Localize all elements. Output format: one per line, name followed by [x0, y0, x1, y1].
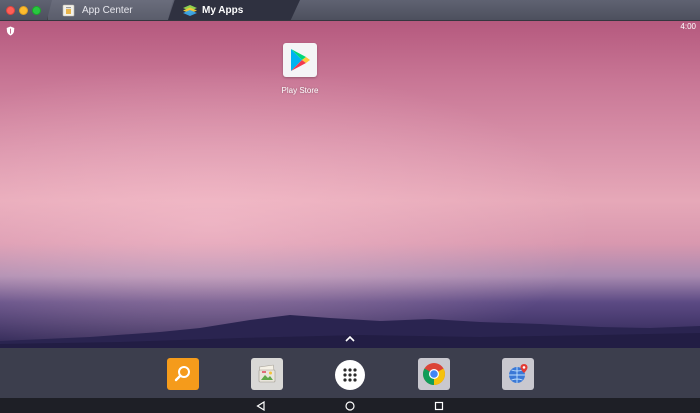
- play-store-shortcut[interactable]: Play Store: [278, 43, 322, 95]
- wallpaper: [0, 21, 700, 348]
- window-maximize-button[interactable]: [32, 6, 41, 15]
- app-drawer-icon: [343, 368, 357, 382]
- status-bar: 4:00: [0, 21, 700, 36]
- home-icon[interactable]: [345, 401, 355, 411]
- android-home-screen: 4:00 Play Store: [0, 21, 700, 348]
- play-store-label: Play Store: [281, 86, 319, 95]
- recents-icon[interactable]: [434, 401, 444, 411]
- search-app-button[interactable]: [167, 358, 199, 390]
- chrome-icon: [423, 363, 445, 385]
- bluestacks-icon: [182, 4, 197, 17]
- tab-label: My Apps: [202, 4, 244, 16]
- android-nav-bar: [0, 398, 700, 413]
- shield-icon: [6, 23, 15, 36]
- tab-my-apps[interactable]: My Apps: [168, 0, 300, 20]
- maps-app-button[interactable]: [502, 358, 534, 390]
- back-icon[interactable]: [256, 401, 266, 411]
- chrome-app-button[interactable]: [418, 358, 450, 390]
- window-titlebar: App Center My Apps: [0, 0, 700, 21]
- chevron-up-icon[interactable]: [344, 335, 356, 343]
- gallery-icon: [258, 364, 276, 383]
- app-center-icon: [62, 4, 75, 17]
- app-drawer-button[interactable]: [335, 360, 365, 390]
- app-dock: [0, 348, 700, 398]
- gallery-app-button[interactable]: [251, 358, 283, 390]
- window-close-button[interactable]: [6, 6, 15, 15]
- tab-app-center[interactable]: App Center: [47, 0, 173, 20]
- search-icon: [174, 366, 190, 382]
- play-store-icon: [283, 43, 317, 77]
- status-time: 4:00: [680, 22, 696, 31]
- window-minimize-button[interactable]: [19, 6, 28, 15]
- tab-label: App Center: [82, 4, 133, 16]
- maps-icon: [509, 364, 528, 383]
